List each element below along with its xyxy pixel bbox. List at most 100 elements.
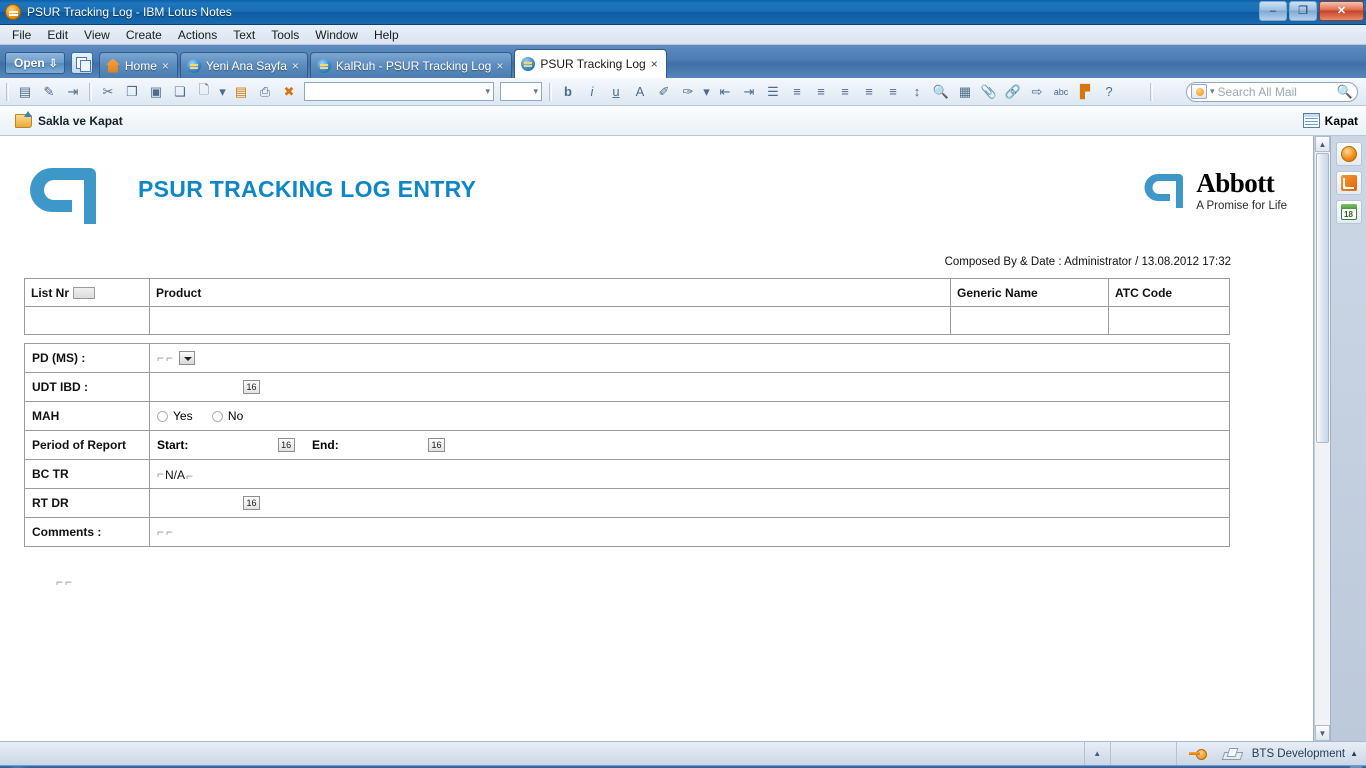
status-expand-button[interactable]: ▲ xyxy=(1085,742,1111,765)
list-nr-input[interactable] xyxy=(73,287,96,300)
paste-special-icon[interactable]: ❏ xyxy=(169,81,191,103)
window-list-icon[interactable] xyxy=(70,52,93,74)
font-size-select[interactable]: ▾ xyxy=(500,82,542,101)
scroll-down-button[interactable]: ▼ xyxy=(1315,725,1330,741)
rss-feeds-button[interactable] xyxy=(1335,171,1362,195)
field-pd-ms[interactable]: ⌐ ⌐ xyxy=(149,343,1230,373)
indent-icon[interactable]: ⇤ xyxy=(714,81,736,103)
document-scrollbar[interactable]: ▲ ▼ xyxy=(1314,136,1330,741)
restore-button[interactable]: ❐ xyxy=(1289,1,1317,21)
line-spacing-icon[interactable]: ↕ xyxy=(906,81,928,103)
table-icon[interactable]: ▦ xyxy=(954,81,976,103)
menu-file[interactable]: File xyxy=(4,26,39,44)
close-action[interactable]: Kapat xyxy=(1302,113,1358,128)
font-name-select[interactable]: ▾ xyxy=(304,82,494,101)
field-comments[interactable]: ⌐ ⌐ xyxy=(149,517,1230,547)
menu-text[interactable]: Text xyxy=(225,26,263,44)
paste-icon[interactable]: ▣ xyxy=(145,81,167,103)
link-icon[interactable]: 🔗 xyxy=(1002,81,1024,103)
field-mah[interactable]: Yes No xyxy=(149,401,1230,431)
align-right-icon[interactable]: ≡ xyxy=(882,81,904,103)
search-scope-arrow-icon[interactable]: ▾ xyxy=(1210,86,1215,97)
mah-radio-yes[interactable] xyxy=(157,411,168,423)
menu-actions[interactable]: Actions xyxy=(170,26,225,44)
tab-psur-tracking-log-close-icon[interactable]: × xyxy=(651,57,658,71)
outdent-icon[interactable]: ⇥ xyxy=(738,81,760,103)
highlighter-icon[interactable]: ✐ xyxy=(653,81,675,103)
edit-document-icon[interactable]: ✎ xyxy=(38,81,60,103)
tab-kalruh-psur-tracking-log[interactable]: KalRuh - PSUR Tracking Log × xyxy=(309,52,513,78)
field-bc-tr[interactable]: ⌐ N/A ⌐ xyxy=(149,459,1230,489)
field-bracket-left-icon: ⌐ xyxy=(157,350,165,365)
udt-ibd-calendar-icon[interactable]: 16 xyxy=(243,380,260,395)
menu-window[interactable]: Window xyxy=(307,26,366,44)
color-dropdown-icon[interactable]: ▾ xyxy=(701,81,712,103)
cell-generic-name[interactable] xyxy=(950,306,1109,335)
open-button[interactable]: Open ⇩ xyxy=(5,52,65,74)
row-mah: MAH Yes No xyxy=(24,401,1230,431)
forward-icon[interactable]: ⇥ xyxy=(62,81,84,103)
cell-list-nr[interactable] xyxy=(24,306,150,335)
color-picker-icon[interactable]: ▛ xyxy=(1074,81,1096,103)
tab-kalruh-close-icon[interactable]: × xyxy=(496,59,503,73)
menu-edit[interactable]: Edit xyxy=(39,26,76,44)
underline-icon[interactable]: u xyxy=(605,81,627,103)
scroll-up-button[interactable]: ▲ xyxy=(1315,136,1330,152)
save-and-close-button[interactable]: Sakla ve Kapat xyxy=(8,110,130,131)
menu-view[interactable]: View xyxy=(76,26,118,44)
server-dropdown-icon[interactable]: ▲ xyxy=(1350,749,1358,758)
tab-yeni-ana-sayfa-close-icon[interactable]: × xyxy=(292,59,299,73)
new-document-dropdown-icon[interactable]: ▾ xyxy=(217,81,228,103)
spellcheck-icon[interactable]: abc xyxy=(1050,81,1072,103)
rt-dr-calendar-icon[interactable]: 16 xyxy=(243,496,260,511)
tab-yeni-ana-sayfa[interactable]: Yeni Ana Sayfa × xyxy=(179,52,308,78)
magnifier-icon[interactable]: 🔍 xyxy=(1337,84,1353,100)
italic-icon[interactable]: i xyxy=(581,81,603,103)
period-end-calendar-icon[interactable]: 16 xyxy=(428,438,446,453)
find-icon[interactable]: 🔍 xyxy=(930,81,952,103)
period-start-calendar-icon[interactable]: 16 xyxy=(277,438,295,453)
cell-atc-code[interactable] xyxy=(1108,306,1230,335)
body-richtext-field[interactable]: ⌐ ⌐ xyxy=(24,547,1230,589)
save-icon[interactable]: ▤ xyxy=(230,81,252,103)
server-location[interactable]: BTS Development ▲ xyxy=(1252,748,1366,760)
minimize-button[interactable]: – xyxy=(1259,1,1287,21)
help-icon[interactable]: ? xyxy=(1098,81,1120,103)
align-center-icon[interactable]: ≡ xyxy=(810,81,832,103)
sametime-button[interactable] xyxy=(1335,142,1362,166)
copy-icon[interactable]: ❐ xyxy=(121,81,143,103)
calendar-button[interactable]: 18 xyxy=(1335,200,1362,224)
field-udt-ibd[interactable]: 16 xyxy=(149,372,1230,402)
menu-tools[interactable]: Tools xyxy=(263,26,307,44)
tab-home-close-icon[interactable]: × xyxy=(162,59,169,73)
field-period-of-report[interactable]: Start: 16 End: 16 xyxy=(149,430,1230,460)
attach-icon[interactable]: 📎 xyxy=(978,81,1000,103)
cut-icon[interactable]: ✂ xyxy=(97,81,119,103)
tab-psur-tracking-log[interactable]: PSUR Tracking Log × xyxy=(514,49,667,78)
cancel-icon[interactable]: ✖ xyxy=(278,81,300,103)
bullet-list-icon[interactable]: ☰ xyxy=(762,81,784,103)
new-document-icon[interactable]: 🗋 xyxy=(193,81,215,103)
align-justify-icon[interactable]: ≡ xyxy=(834,81,856,103)
numbered-list-icon[interactable]: ≡ xyxy=(786,81,808,103)
field-rt-dr[interactable]: 16 xyxy=(149,488,1230,518)
print-icon[interactable]: ⎙ xyxy=(254,81,276,103)
scroll-thumb[interactable] xyxy=(1316,153,1329,443)
section-icon[interactable]: ⇨ xyxy=(1026,81,1048,103)
pd-ms-dropdown-icon[interactable] xyxy=(179,351,196,366)
mah-radio-no[interactable] xyxy=(211,411,223,423)
menu-help[interactable]: Help xyxy=(366,26,407,44)
search-input[interactable]: ▾ Search All Mail 🔍 xyxy=(1186,81,1358,102)
key-icon[interactable] xyxy=(1188,749,1207,760)
align-left-icon[interactable]: ≡ xyxy=(858,81,880,103)
cell-product[interactable] xyxy=(149,306,951,335)
bold-icon[interactable]: b xyxy=(557,81,579,103)
location-icon[interactable] xyxy=(1223,748,1240,760)
tab-home[interactable]: Home × xyxy=(98,52,178,78)
search-scope-icon[interactable] xyxy=(1191,84,1207,99)
text-color-icon[interactable]: ✑ xyxy=(677,81,699,103)
close-button[interactable]: ✕ xyxy=(1319,1,1364,21)
font-color-icon[interactable]: A xyxy=(629,81,651,103)
menu-create[interactable]: Create xyxy=(118,26,170,44)
properties-icon[interactable]: ▤ xyxy=(14,81,36,103)
